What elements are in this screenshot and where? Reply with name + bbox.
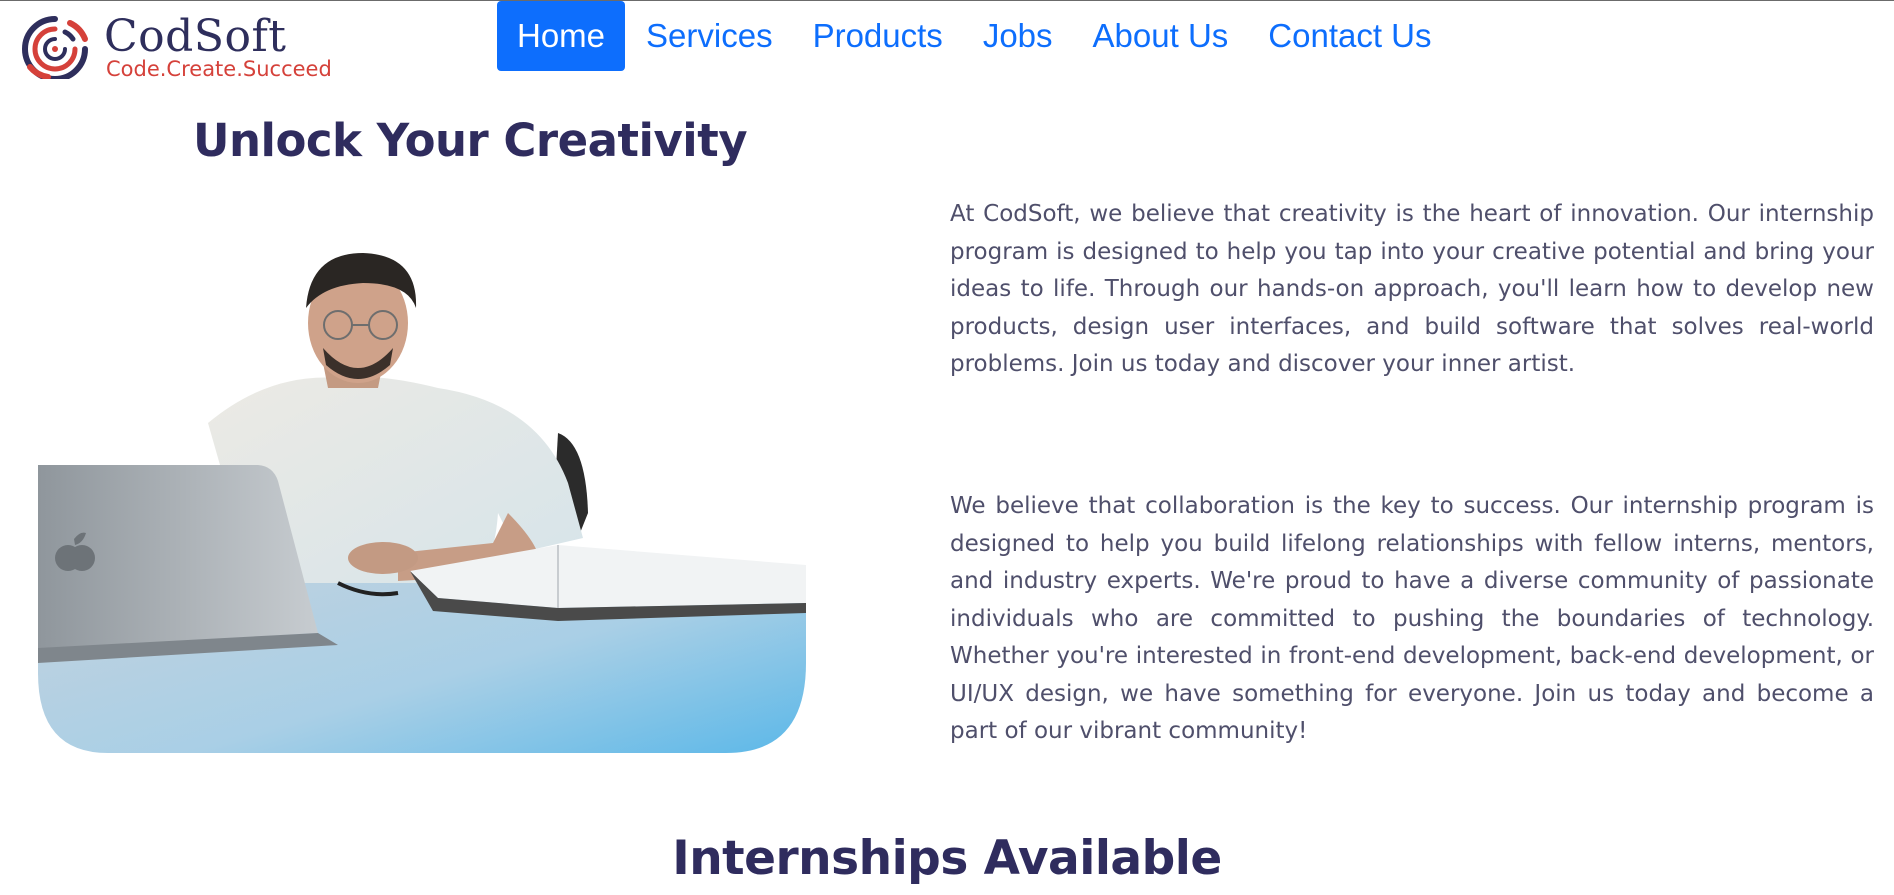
brand-name: CodSoft [104,11,287,62]
nav-services[interactable]: Services [626,1,793,71]
nav-contact-us[interactable]: Contact Us [1248,1,1451,71]
hero-title: Unlock Your Creativity [192,114,748,167]
internships-section-title: Internships Available [672,831,1222,886]
nav-home[interactable]: Home [497,1,626,71]
brand-tagline: Code.Create.Succeed [106,57,332,81]
logo-mark-icon [22,16,88,79]
hero-photo [38,253,806,753]
nav-products[interactable]: Products [793,1,963,71]
nav-jobs[interactable]: Jobs [963,1,1073,71]
main-nav: Home Services Products Jobs About Us Con… [497,1,1452,71]
hero-paragraph-collaboration: We believe that collaboration is the key… [950,493,1874,744]
hero-paragraph-creativity: At CodSoft, we believe that creativity i… [950,201,1874,377]
nav-about-us[interactable]: About Us [1073,1,1249,71]
brand-logo[interactable]: CodSoft Code.Create.Succeed [18,11,358,83]
